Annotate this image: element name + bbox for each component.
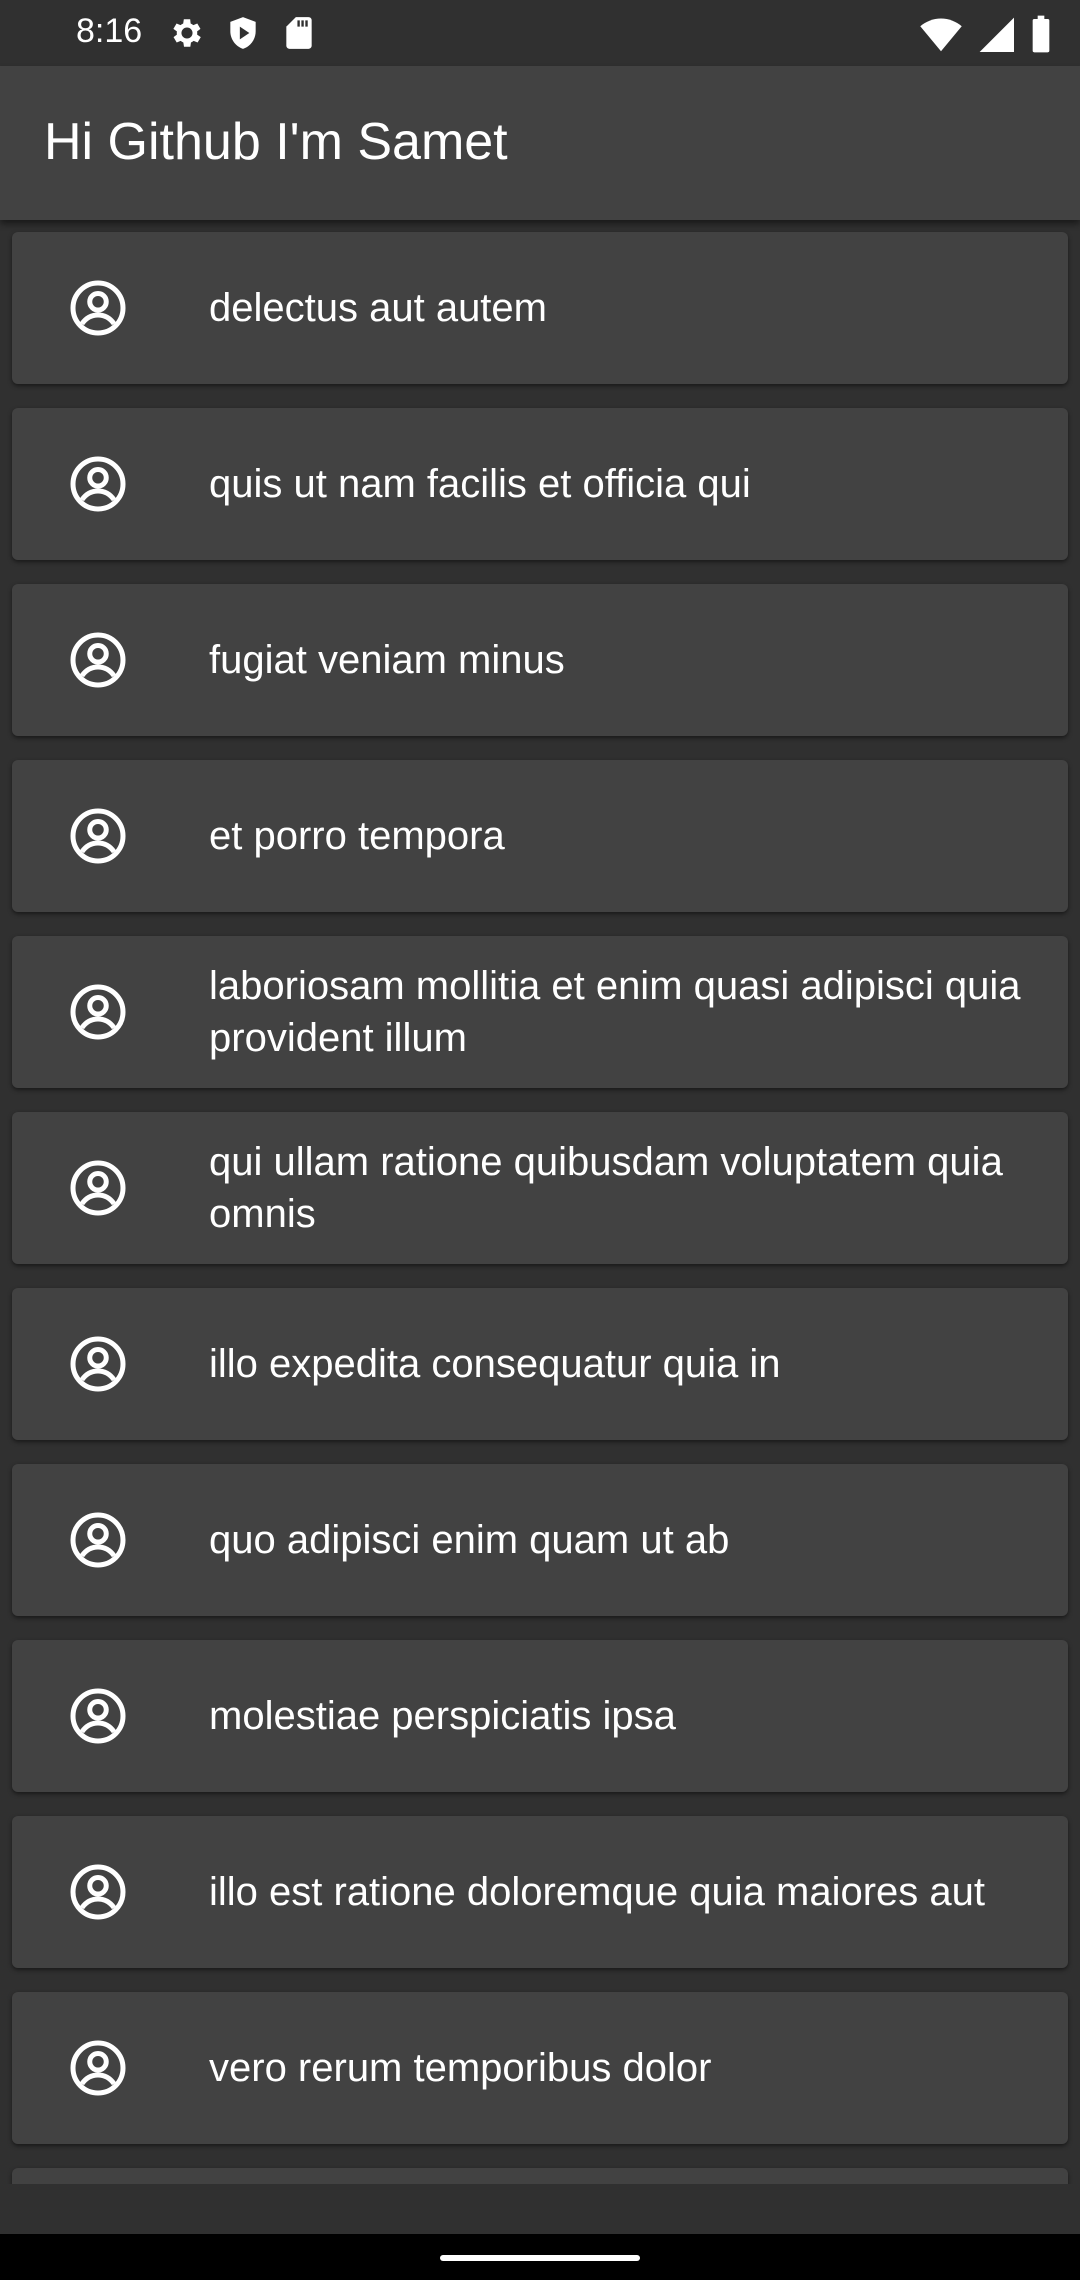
app-bar: Hi Github I'm Samet	[0, 66, 1080, 220]
list-item-label: laboriosam mollitia et enim quasi adipis…	[209, 964, 1021, 1060]
list-item[interactable]: ipsa repellendus fugit nisi	[12, 2168, 1068, 2184]
gesture-handle[interactable]	[440, 2255, 640, 2261]
todo-list[interactable]: delectus aut autem quis ut nam facilis et…	[0, 220, 1080, 2184]
list-item-label: qui ullam ratione quibusdam voluptatem q…	[209, 1140, 1003, 1236]
list-item-label: vero rerum temporibus dolor	[209, 2046, 712, 2090]
list-item-label: delectus aut autem	[209, 286, 547, 330]
cellular-signal-icon	[978, 15, 1014, 53]
list-item[interactable]: vero rerum temporibus dolor	[12, 1992, 1068, 2144]
status-time: 8:16	[76, 12, 143, 50]
list-item[interactable]: illo est ratione doloremque quia maiores…	[12, 1816, 1068, 1968]
list-item-label: illo est ratione doloremque quia maiores…	[209, 1870, 985, 1914]
list-item-label: quis ut nam facilis et officia qui	[209, 462, 751, 506]
gear-icon	[168, 14, 206, 52]
shield-play-icon	[224, 14, 262, 52]
account-circle-icon	[68, 454, 128, 514]
list-item-label: molestiae perspiciatis ipsa	[209, 1694, 676, 1738]
list-item[interactable]: laboriosam mollitia et enim quasi adipis…	[12, 936, 1068, 1088]
list-item-label: fugiat veniam minus	[209, 638, 565, 682]
sd-card-icon	[280, 14, 318, 52]
account-circle-icon	[68, 1686, 128, 1746]
list-item[interactable]: illo expedita consequatur quia in	[12, 1288, 1068, 1440]
list-item-label: quo adipisci enim quam ut ab	[209, 1518, 730, 1562]
list-item-label: illo expedita consequatur quia in	[209, 1342, 781, 1386]
account-circle-icon	[68, 1510, 128, 1570]
account-circle-icon	[68, 982, 128, 1042]
status-bar: 8:16	[0, 0, 1080, 66]
list-item[interactable]: delectus aut autem	[12, 232, 1068, 384]
account-circle-icon	[68, 2038, 128, 2098]
list-item[interactable]: quo adipisci enim quam ut ab	[12, 1464, 1068, 1616]
account-circle-icon	[68, 806, 128, 866]
account-circle-icon	[68, 1158, 128, 1218]
battery-icon	[1030, 14, 1052, 54]
account-circle-icon	[68, 630, 128, 690]
wifi-icon	[920, 15, 962, 53]
page-title: Hi Github I'm Samet	[44, 113, 508, 171]
list-item[interactable]: et porro tempora	[12, 760, 1068, 912]
navigation-bar	[0, 2234, 1080, 2280]
list-item[interactable]: fugiat veniam minus	[12, 584, 1068, 736]
account-circle-icon	[68, 1862, 128, 1922]
list-item[interactable]: qui ullam ratione quibusdam voluptatem q…	[12, 1112, 1068, 1264]
list-item[interactable]: molestiae perspiciatis ipsa	[12, 1640, 1068, 1792]
list-item[interactable]: quis ut nam facilis et officia qui	[12, 408, 1068, 560]
list-item-label: et porro tempora	[209, 814, 505, 858]
account-circle-icon	[68, 278, 128, 338]
account-circle-icon	[68, 1334, 128, 1394]
